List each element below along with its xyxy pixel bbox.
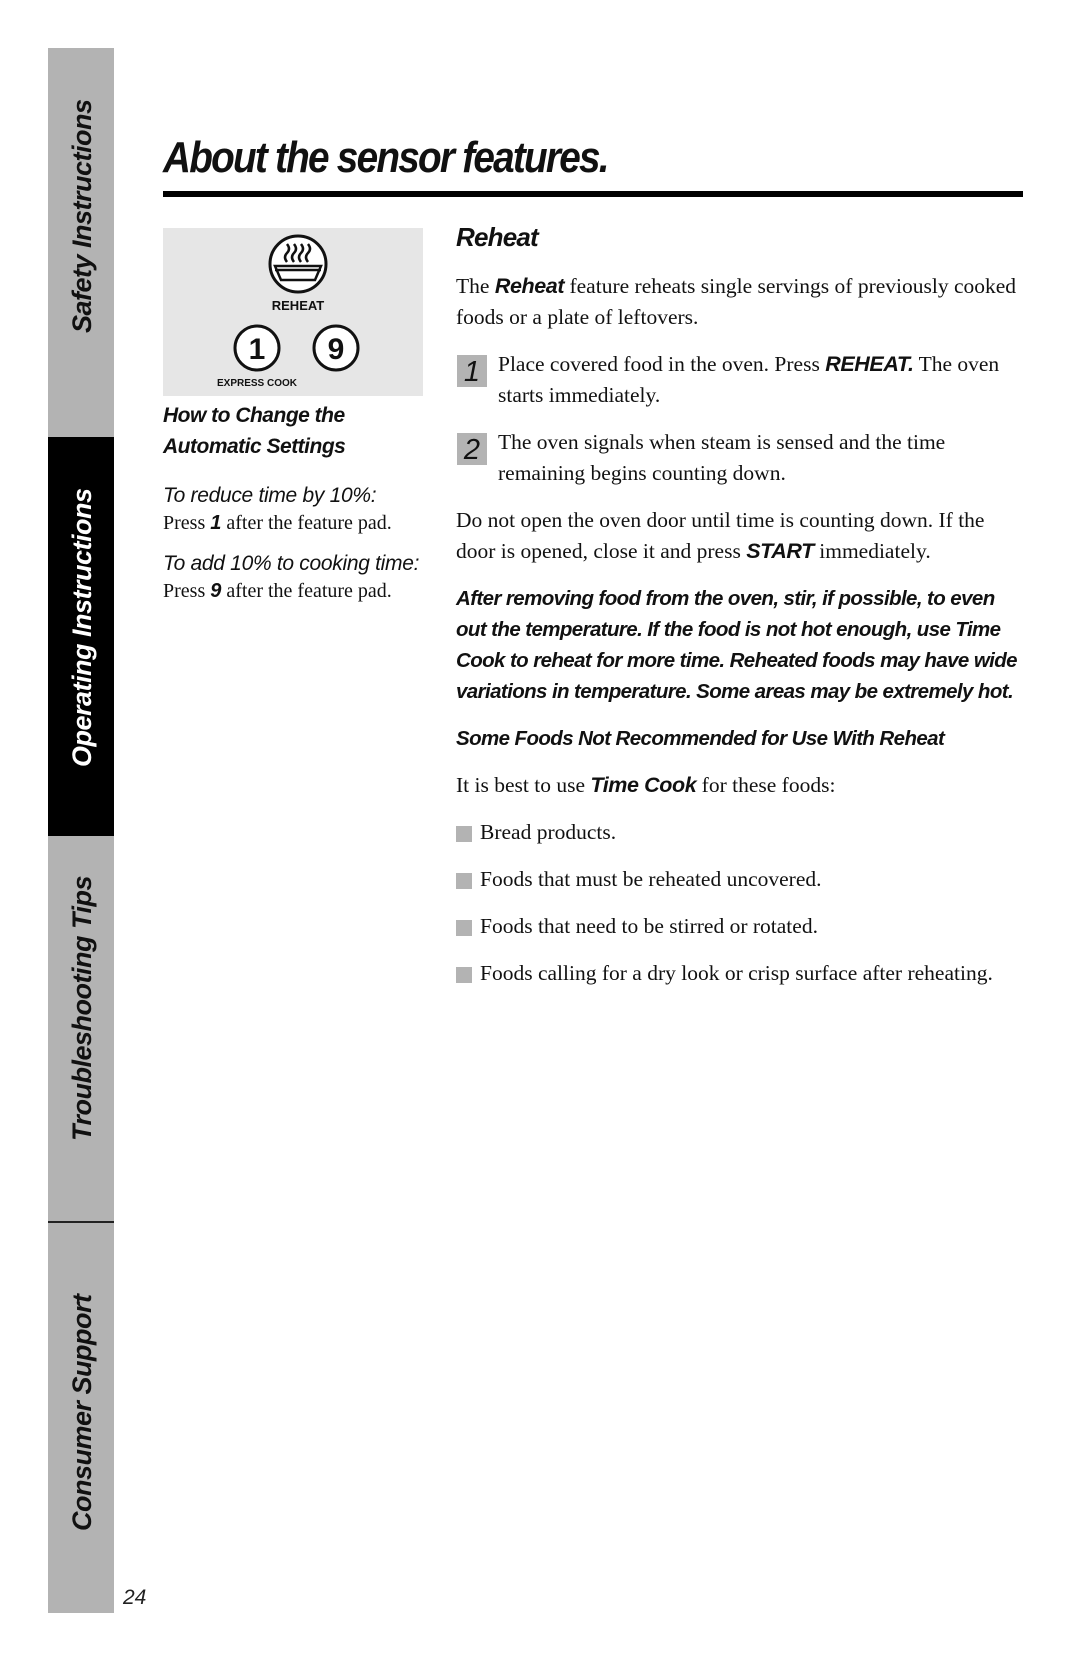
tab-label: Safety Instructions bbox=[67, 99, 97, 333]
pad-9[interactable]: 9 bbox=[312, 324, 360, 372]
reheat-heading: Reheat bbox=[456, 222, 539, 252]
reduce-time-instruction: Press 1 after the feature pad. bbox=[163, 510, 433, 536]
list-item-text: Foods that must be reheated uncovered. bbox=[480, 867, 822, 891]
door-note: Do not open the oven door until time is … bbox=[456, 505, 1026, 567]
control-panel-svg: REHEAT 1 9 EXPRESS COOK bbox=[217, 234, 360, 389]
add-time-instruction: Press 9 after the feature pad. bbox=[163, 578, 433, 604]
feature-name: Reheat bbox=[494, 274, 565, 298]
sidebar-tab-consumer-support[interactable]: Consumer Support bbox=[48, 1223, 114, 1613]
text: Press bbox=[163, 580, 211, 602]
text: after the feature pad. bbox=[221, 580, 392, 602]
text: Place covered food in the oven. Press bbox=[498, 352, 826, 376]
text: It is best to use bbox=[456, 773, 591, 797]
list-item-text: Foods calling for a dry look or crisp su… bbox=[480, 961, 993, 985]
pad-1-label: 1 bbox=[249, 333, 266, 366]
reheat-pad[interactable]: REHEAT bbox=[268, 234, 328, 313]
step-1: 1 Place covered food in the oven. Press … bbox=[456, 349, 1026, 411]
step-number: 2 bbox=[457, 433, 487, 466]
sidebar-tab-safety-instructions[interactable]: Safety Instructions bbox=[48, 48, 114, 437]
key-label: START bbox=[746, 539, 814, 563]
text: The oven signals when steam is sensed an… bbox=[498, 430, 946, 485]
add-time-label: To add 10% to cooking time: bbox=[163, 552, 420, 575]
pad-9-label: 9 bbox=[328, 333, 345, 366]
sidebar-tab-troubleshooting-tips[interactable]: Troubleshooting Tips bbox=[48, 836, 114, 1222]
control-panel-illustration: REHEAT 1 9 EXPRESS COOK bbox=[163, 228, 423, 396]
list-item: Foods that must be reheated uncovered. bbox=[456, 864, 1026, 895]
text: after the feature pad. bbox=[221, 512, 392, 534]
automatic-settings-heading: How to Change the Automatic Settings bbox=[163, 400, 433, 462]
heading-line: Automatic Settings bbox=[163, 435, 346, 458]
heading-line: How to Change the bbox=[163, 404, 345, 427]
title-rule bbox=[163, 191, 1023, 197]
list-item: Foods that need to be stirred or rotated… bbox=[456, 911, 1026, 942]
tab-label: Operating Instructions bbox=[67, 488, 97, 767]
page-number: 24 bbox=[123, 1586, 147, 1609]
key-label: 9 bbox=[210, 580, 222, 602]
list-item: Foods calling for a dry look or crisp su… bbox=[456, 958, 1026, 989]
best-use-text: It is best to use Time Cook for these fo… bbox=[456, 770, 1026, 801]
list-item-text: Bread products. bbox=[480, 820, 617, 844]
express-cook-label: EXPRESS COOK bbox=[217, 378, 298, 389]
pad-1[interactable]: 1 bbox=[233, 324, 281, 372]
key-label: 1 bbox=[210, 512, 222, 534]
automatic-settings-section: How to Change the Automatic Settings To … bbox=[163, 400, 433, 604]
square-bullet-icon bbox=[456, 873, 472, 889]
step-2: 2 The oven signals when steam is sensed … bbox=[456, 427, 1026, 489]
not-recommended-heading: Some Foods Not Recommended for Use With … bbox=[456, 727, 945, 750]
sidebar-tab-operating-instructions[interactable]: Operating Instructions bbox=[48, 437, 114, 836]
reheat-pad-circle bbox=[268, 234, 328, 294]
reduce-time-label: To reduce time by 10%: bbox=[163, 484, 377, 507]
text: immediately. bbox=[813, 539, 931, 563]
text: for these foods: bbox=[696, 773, 836, 797]
warning-text: After removing food from the oven, stir,… bbox=[456, 587, 1018, 703]
reheat-intro: The Reheat feature reheats single servin… bbox=[456, 271, 1026, 333]
square-bullet-icon bbox=[456, 920, 472, 936]
text: Press bbox=[163, 512, 211, 534]
square-bullet-icon bbox=[456, 826, 472, 842]
step-number: 1 bbox=[457, 355, 487, 388]
tab-label: Consumer Support bbox=[67, 1294, 97, 1531]
key-label: REHEAT. bbox=[825, 352, 914, 376]
feature-name: Time Cook bbox=[590, 773, 697, 797]
tab-label: Troubleshooting Tips bbox=[67, 876, 97, 1141]
text: The bbox=[456, 274, 495, 298]
square-bullet-icon bbox=[456, 967, 472, 983]
list-item-text: Foods that need to be stirred or rotated… bbox=[480, 914, 818, 938]
page-title: About the sensor features. bbox=[163, 133, 610, 182]
reheat-section: Reheat The Reheat feature reheats single… bbox=[456, 222, 1026, 1005]
reheat-pad-label: REHEAT bbox=[272, 298, 325, 313]
list-item: Bread products. bbox=[456, 817, 1026, 848]
